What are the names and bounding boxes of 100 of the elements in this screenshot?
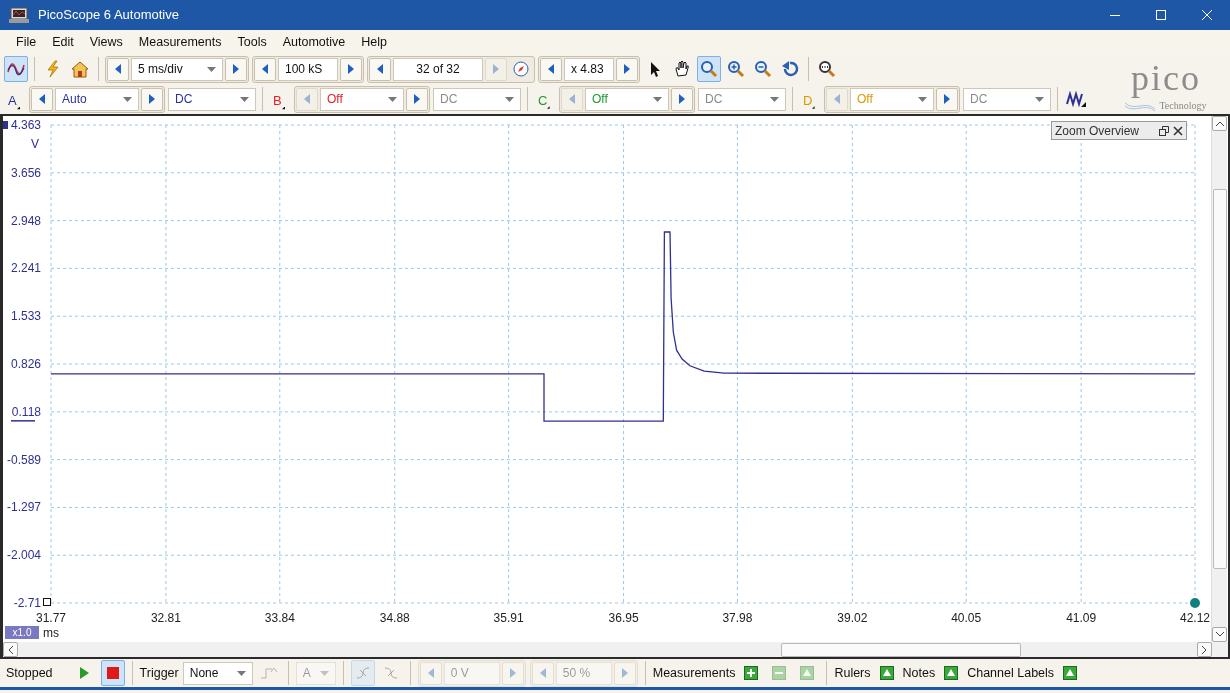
right-arrow-icon [149, 94, 155, 104]
x-tick-label: 40.05 [951, 611, 982, 625]
trigger-mode-dropdown[interactable]: None [182, 661, 253, 685]
zoom-factor-field[interactable]: x 4.83 [564, 57, 614, 81]
caret-icon [1035, 96, 1044, 102]
logo-wordmark: pico [1131, 58, 1201, 98]
logo-tagline: Technology [1159, 99, 1207, 113]
chevron-up-icon [1215, 121, 1224, 126]
zoom-badge [5, 626, 39, 639]
toolbar-label: Rulers [834, 664, 871, 682]
left-arrow-icon [834, 94, 840, 104]
x-tick-label: 37.98 [722, 611, 753, 625]
right-arrow-icon [414, 94, 420, 104]
scrollbar-thumb[interactable] [1212, 189, 1227, 569]
previous-button[interactable] [254, 57, 276, 81]
scroll-right-button[interactable] [1197, 642, 1212, 657]
range-dropdown[interactable]: Off [585, 87, 669, 111]
measurements-label: Measurements [652, 664, 736, 682]
menu-item[interactable]: Edit [44, 32, 82, 52]
y-tick-label: 3.656 [10, 165, 41, 180]
range-dropdown[interactable]: Auto [55, 87, 139, 111]
magnifier-icon [818, 60, 836, 78]
zoom-badge-text: x1.0 [12, 627, 32, 638]
next-button[interactable] [225, 57, 247, 81]
horizontal-scrollbar[interactable] [3, 642, 1228, 657]
right-arrow-icon [621, 668, 628, 678]
undo-icon [781, 60, 799, 78]
menu-item[interactable]: Tools [229, 32, 275, 52]
y-tick-label: 2.241 [10, 261, 41, 276]
channel-button[interactable]: B [269, 87, 291, 111]
zoom-tool-button[interactable] [697, 56, 721, 82]
scroll-up-button[interactable] [1212, 116, 1227, 131]
caret-icon [207, 66, 216, 72]
next-button[interactable] [671, 87, 693, 111]
unit-label: V [31, 137, 39, 151]
right-arrow-icon [493, 64, 499, 74]
previous-button[interactable] [31, 87, 53, 111]
offset-marker[interactable] [10, 420, 36, 422]
chevron-right-icon [1202, 645, 1207, 654]
x-tick-label: 41.09 [1066, 611, 1097, 625]
menu-item[interactable]: Automotive [274, 32, 354, 52]
right-arrow-icon [348, 64, 354, 74]
play-icon [80, 667, 90, 679]
corner-icon [812, 105, 815, 110]
restore-icon[interactable] [1159, 125, 1169, 136]
caret-icon [236, 670, 246, 676]
stop-button[interactable] [100, 660, 125, 686]
falling-edge-icon [383, 666, 398, 680]
x-tick-label: 42.12 [1180, 611, 1210, 625]
scope-mode-button[interactable] [4, 56, 28, 82]
left-arrow-icon [304, 94, 310, 104]
y-tick-label: -2.004 [6, 548, 41, 563]
buffer-field[interactable]: 32 of 32 [393, 57, 483, 81]
menu-item[interactable]: Measurements [130, 32, 230, 52]
ruler-handle-icon[interactable] [43, 598, 51, 606]
coupling-dropdown[interactable]: DC [168, 87, 256, 111]
channel-marker-icon[interactable] [3, 121, 8, 129]
y-tick-label: 4.363 [10, 118, 41, 132]
right-arrow-icon [679, 94, 685, 104]
y-tick-label: -1.297 [6, 500, 41, 515]
trigger-label: Trigger [139, 664, 179, 682]
caret-icon [240, 96, 249, 102]
scrollbar-thumb[interactable] [781, 642, 1021, 657]
rising-edge-icon [259, 666, 278, 680]
ruler-handle-icon[interactable] [1190, 598, 1200, 608]
y-tick-label: 0.826 [10, 357, 41, 371]
signal-generator-icon [1066, 91, 1086, 107]
corner-icon [547, 105, 550, 110]
caret-icon [388, 96, 397, 102]
x-tick-label: 39.02 [837, 611, 868, 625]
samples-field[interactable]: 100 kS [278, 57, 338, 81]
caret-icon [319, 670, 329, 676]
previous-button[interactable] [107, 57, 129, 81]
menu-item[interactable]: File [8, 32, 45, 52]
next-button[interactable] [936, 87, 958, 111]
previous-button[interactable] [369, 57, 391, 81]
previous-button[interactable] [540, 57, 562, 81]
x-tick-label: 36.95 [608, 611, 639, 625]
channel-button[interactable]: A [4, 87, 26, 111]
caret-icon [505, 96, 514, 102]
timebase-dropdown[interactable]: 5 ms/div [131, 57, 223, 81]
menu-item[interactable]: Views [81, 32, 131, 52]
close-icon[interactable] [1173, 125, 1183, 136]
chevron-left-icon [8, 645, 13, 654]
hand-icon [673, 60, 691, 78]
zoom-in-icon [727, 60, 745, 78]
scroll-left-button[interactable] [3, 642, 18, 657]
range-dropdown[interactable]: Off [320, 87, 404, 111]
scroll-down-button[interactable] [1212, 627, 1227, 642]
next-button[interactable] [406, 87, 428, 111]
next-button[interactable] [340, 57, 362, 81]
magnifier-icon [700, 60, 718, 78]
status-text: Stopped [6, 664, 53, 682]
y-tick-label: 1.533 [10, 309, 41, 324]
next-button[interactable] [616, 57, 638, 81]
menu-item[interactable]: Help [353, 32, 395, 52]
corner-icon [16, 105, 20, 110]
vertical-scrollbar[interactable] [1211, 116, 1227, 642]
home-icon [71, 60, 89, 78]
next-button[interactable] [141, 87, 163, 111]
